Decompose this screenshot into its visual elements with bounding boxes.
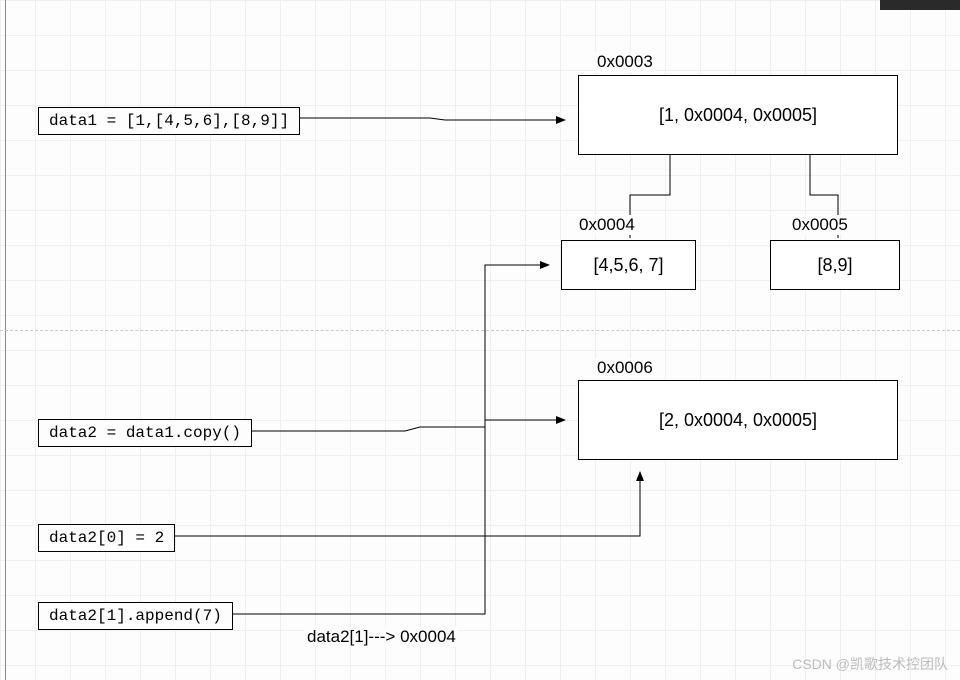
- watermark: CSDN @凯歌技术控团队: [792, 654, 948, 674]
- dashed-separator: [0, 330, 960, 331]
- mem-box3: [8,9]: [770, 240, 900, 290]
- note-data2-pointer: data2[1]---> 0x0004: [305, 627, 458, 647]
- left-border: [5, 0, 6, 680]
- mem-box4: [2, 0x0004, 0x0005]: [578, 380, 898, 460]
- addr-box3: 0x0005: [790, 215, 850, 235]
- top-bar-fragment: [880, 0, 960, 10]
- code-data2-append: data2[1].append(7): [38, 602, 233, 630]
- addr-box4: 0x0006: [595, 358, 655, 378]
- addr-box1: 0x0003: [595, 52, 655, 72]
- code-data1: data1 = [1,[4,5,6],[8,9]]: [38, 107, 300, 135]
- code-data2-copy: data2 = data1.copy(): [38, 419, 252, 447]
- code-data2-idx0: data2[0] = 2: [38, 524, 175, 552]
- mem-box2: [4,5,6, 7]: [561, 240, 696, 290]
- mem-box1: [1, 0x0004, 0x0005]: [578, 75, 898, 155]
- addr-box2: 0x0004: [577, 215, 637, 235]
